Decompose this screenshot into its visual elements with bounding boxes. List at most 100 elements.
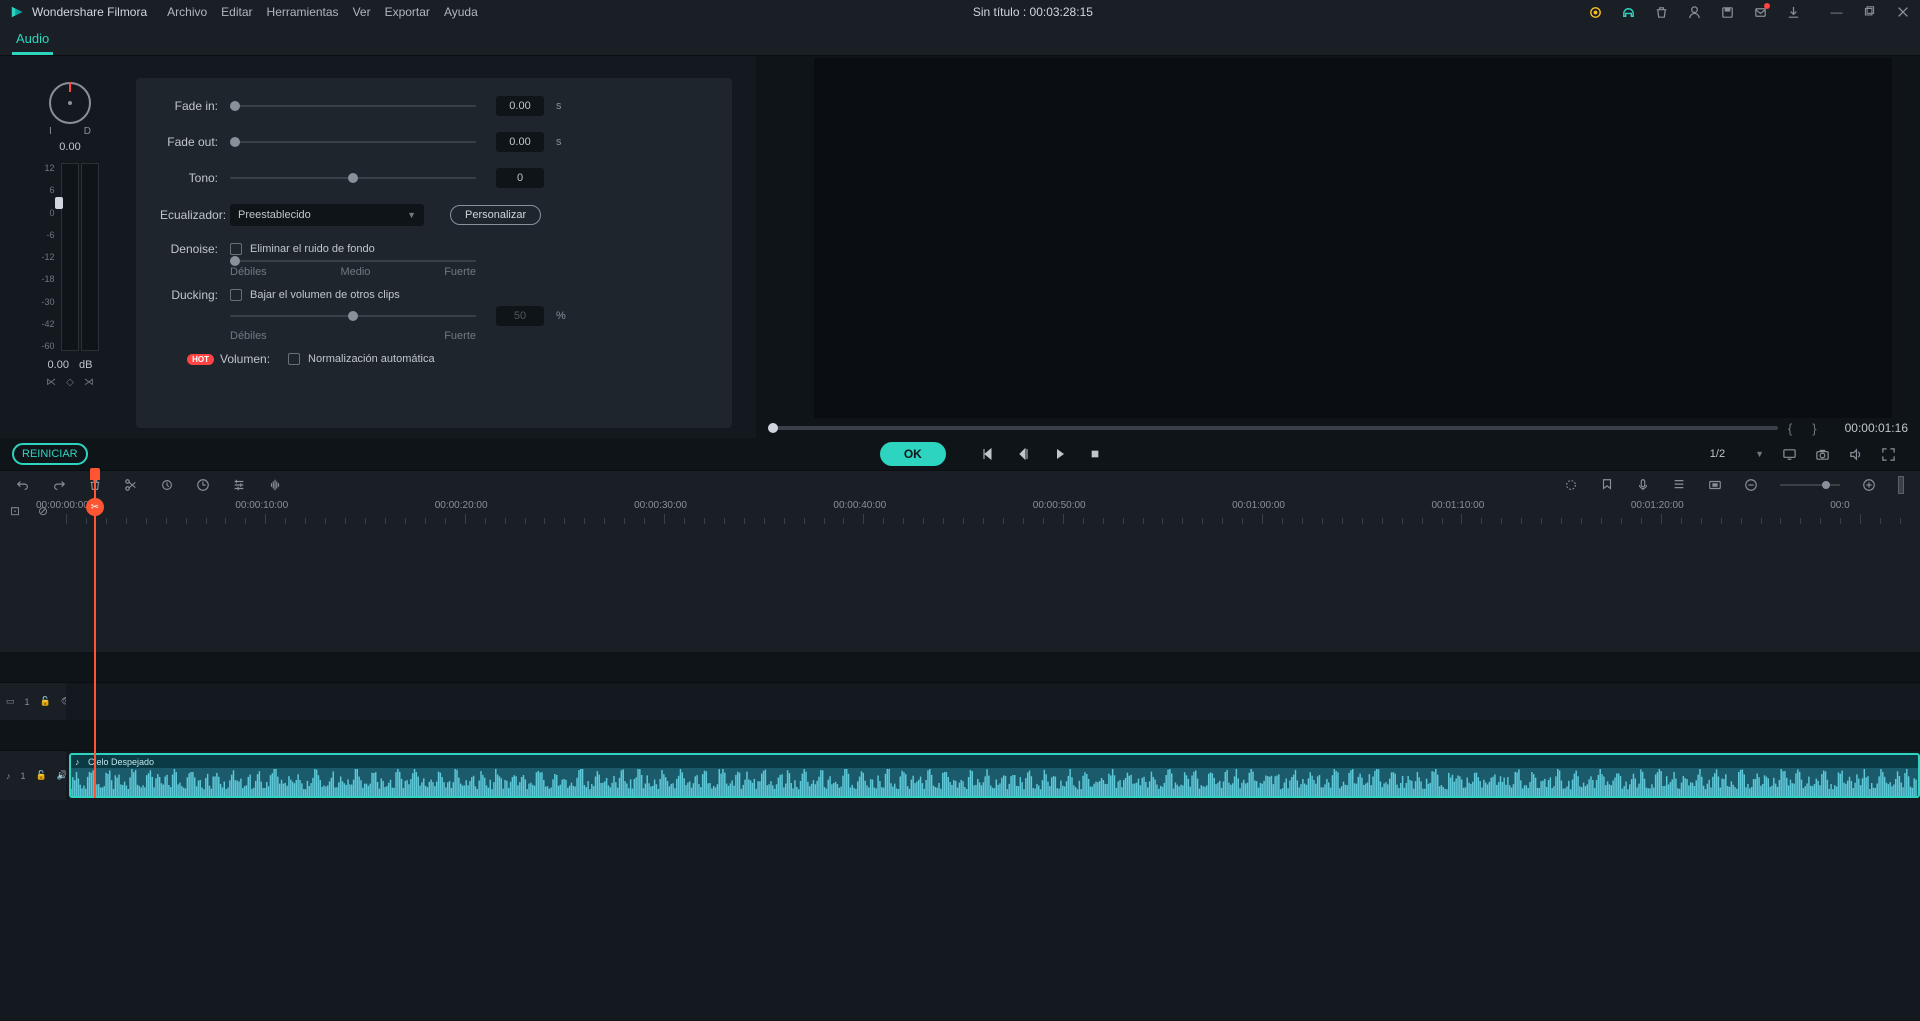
render-icon[interactable] — [1564, 478, 1578, 492]
video-track[interactable] — [66, 683, 1920, 720]
speed-icon[interactable] — [196, 478, 210, 492]
volume-label: Volumen: — [220, 352, 270, 366]
redo-icon[interactable] — [52, 478, 66, 492]
ducking-checkbox[interactable] — [230, 289, 242, 301]
equalizer-select[interactable]: Preestablecido ▼ — [230, 204, 424, 226]
quality-select[interactable]: 1/2 ▼ — [1710, 448, 1764, 460]
audio-clip[interactable]: ♪ Cielo Despejado — [69, 753, 1920, 798]
menu-ver[interactable]: Ver — [353, 5, 371, 19]
notification-icon[interactable] — [1753, 5, 1768, 20]
volume-normalize-checkbox[interactable] — [288, 353, 300, 365]
timeline-ruler[interactable]: 00:00:00:0000:00:10:0000:00:20:0000:00:3… — [66, 498, 1920, 524]
timeline-tracks: ▭ 1 🔓 👁 ♪ 1 🔓 🔊 ♪ Cielo Despejado — [0, 524, 1920, 1020]
menu-archivo[interactable]: Archivo — [167, 5, 207, 19]
tips-icon[interactable] — [1588, 5, 1603, 20]
prev-frame-icon[interactable] — [982, 447, 996, 461]
user-icon[interactable] — [1687, 5, 1702, 20]
crop-icon[interactable] — [160, 478, 174, 492]
undo-icon[interactable] — [16, 478, 30, 492]
audio-tool-icon[interactable] — [268, 478, 282, 492]
level-meter: 12 6 0 -6 -12 -18 -30 -42 -60 — [41, 163, 98, 353]
denoise-slider[interactable] — [230, 260, 476, 262]
clip-name: Cielo Despejado — [88, 757, 154, 767]
trash-icon[interactable] — [1654, 5, 1669, 20]
timeline-ruler-row: ⊡ ⊘ 00:00:00:0000:00:10:0000:00:20:0000:… — [0, 498, 1920, 524]
ducking-value[interactable]: 50 — [496, 306, 544, 326]
ducking-label: Ducking: — [160, 288, 218, 302]
menu-editar[interactable]: Editar — [221, 5, 252, 19]
preview-time: 00:00:01:16 — [1845, 421, 1908, 435]
fade-out-value[interactable]: 0.00 — [496, 132, 544, 152]
fade-in-value[interactable]: 0.00 — [496, 96, 544, 116]
tone-slider[interactable] — [230, 177, 476, 179]
customize-button[interactable]: Personalizar — [450, 205, 541, 225]
fade-in-slider[interactable] — [230, 105, 476, 107]
maximize-icon[interactable] — [1862, 5, 1877, 20]
tab-audio[interactable]: Audio — [12, 25, 53, 55]
adjust-icon[interactable] — [232, 478, 246, 492]
knob-value: 0.00 — [59, 141, 80, 153]
app-logo-icon — [10, 5, 24, 19]
split-icon[interactable] — [124, 478, 138, 492]
chevron-down-icon: ▼ — [1755, 449, 1764, 459]
fullscreen-icon[interactable] — [1881, 447, 1896, 462]
project-title: Sin título : 00:03:28:15 — [478, 5, 1588, 19]
video-track-header: ▭ 1 🔓 👁 — [0, 683, 66, 720]
meter-prev-icon[interactable]: ⋉ — [46, 377, 56, 388]
knob-right-label: D — [84, 126, 91, 137]
ok-button[interactable]: OK — [880, 442, 946, 466]
stop-icon[interactable] — [1090, 447, 1104, 461]
fade-in-label: Fade in: — [160, 99, 218, 113]
menu-bar: Archivo Editar Herramientas Ver Exportar… — [167, 5, 478, 19]
zoom-in-icon[interactable] — [1862, 478, 1876, 492]
close-icon[interactable] — [1895, 5, 1910, 20]
tab-bar: Audio — [0, 24, 1920, 56]
timeline-toolbar — [0, 470, 1920, 498]
record-icon[interactable] — [1636, 478, 1650, 492]
preview-scrubber[interactable] — [768, 426, 1778, 430]
level-meter-icon[interactable] — [1898, 476, 1904, 494]
playhead-scissors-icon[interactable]: ✂ — [86, 498, 104, 516]
headphones-icon[interactable] — [1621, 5, 1636, 20]
marker-icon[interactable] — [1600, 478, 1614, 492]
lock-icon[interactable]: 🔓 — [36, 770, 47, 781]
ducking-slider[interactable] — [230, 315, 476, 317]
denoise-label: Denoise: — [160, 242, 218, 256]
minimize-icon[interactable]: — — [1829, 5, 1844, 20]
music-note-icon: ♪ — [75, 757, 84, 766]
meter-unit: dB — [79, 359, 92, 371]
fade-out-slider[interactable] — [230, 141, 476, 143]
track-type-icon: ▭ — [6, 696, 15, 707]
speaker-icon[interactable] — [1848, 447, 1863, 462]
bracket-in-icon[interactable]: { — [1788, 421, 1792, 436]
mixer-icon[interactable] — [1672, 478, 1686, 492]
menu-ayuda[interactable]: Ayuda — [444, 5, 478, 19]
lock-icon[interactable]: 🔓 — [40, 696, 51, 707]
balance-knob[interactable] — [49, 82, 91, 124]
zoom-slider[interactable] — [1780, 484, 1840, 486]
zoom-out-icon[interactable] — [1744, 478, 1758, 492]
tone-value[interactable]: 0 — [496, 168, 544, 188]
ripple-icon[interactable] — [1708, 478, 1722, 492]
snapshot-icon[interactable] — [1815, 447, 1830, 462]
menu-exportar[interactable]: Exportar — [385, 5, 430, 19]
denoise-checkbox[interactable] — [230, 243, 242, 255]
save-icon[interactable] — [1720, 5, 1735, 20]
playhead[interactable]: ✂ — [94, 468, 96, 798]
panel-footer: REINICIAR OK 1/2 ▼ — [0, 438, 1920, 470]
bracket-out-icon[interactable]: } — [1812, 421, 1816, 436]
play-icon[interactable] — [1054, 447, 1068, 461]
app-title: Wondershare Filmora — [32, 5, 147, 19]
meter-next-icon[interactable]: ⋊ — [84, 377, 94, 388]
fit-icon[interactable]: ⊡ — [10, 504, 24, 518]
knob-left-label: I — [49, 126, 52, 137]
menu-herramientas[interactable]: Herramientas — [267, 5, 339, 19]
display-icon[interactable] — [1782, 447, 1797, 462]
meter-fader[interactable] — [55, 197, 63, 209]
audio-track[interactable]: ♪ Cielo Despejado — [66, 751, 1920, 800]
preview-panel: {} 00:00:01:16 — [756, 56, 1920, 438]
download-icon[interactable] — [1786, 5, 1801, 20]
reset-button[interactable]: REINICIAR — [12, 443, 88, 465]
meter-keyframe-icon[interactable]: ◇ — [66, 377, 74, 388]
step-back-icon[interactable] — [1018, 447, 1032, 461]
